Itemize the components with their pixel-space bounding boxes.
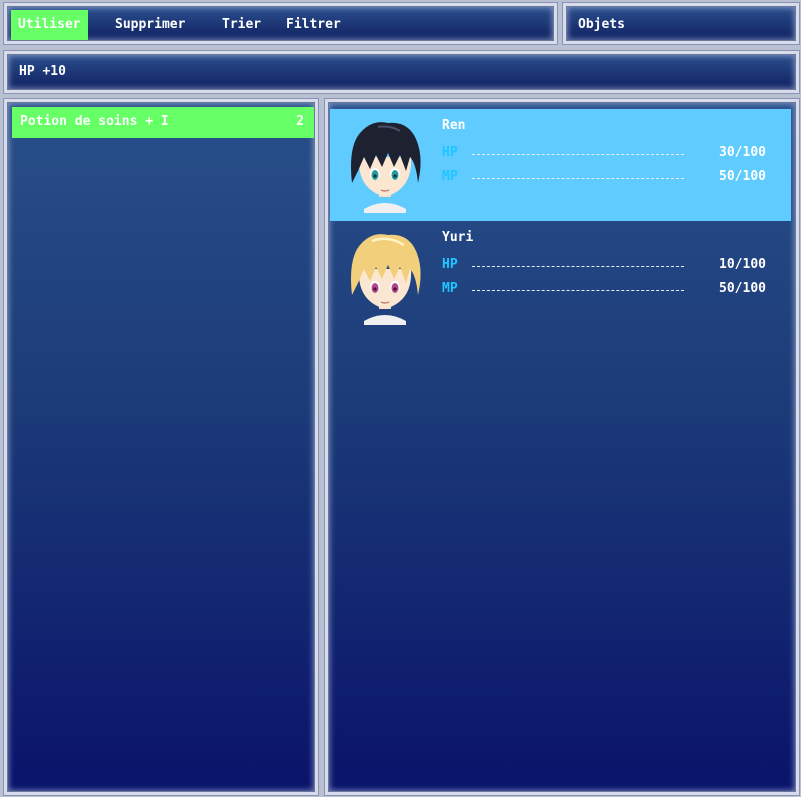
command-delete[interactable]: Supprimer: [108, 10, 192, 40]
hp-divider: [472, 266, 684, 267]
party-member-yuri[interactable]: Yuri HP 10/100 MP 50/100: [330, 221, 791, 333]
hp-label: HP: [442, 145, 458, 160]
category-title-window: Objets: [563, 3, 799, 44]
item-count: 2: [296, 114, 304, 129]
command-filter[interactable]: Filtrer: [279, 10, 348, 40]
help-text: HP +10: [19, 64, 66, 79]
mp-divider: [472, 290, 684, 291]
hp-value: 30/100: [719, 145, 766, 160]
mp-value: 50/100: [719, 169, 766, 184]
mp-label: MP: [442, 281, 458, 296]
hp-label: HP: [442, 257, 458, 272]
mp-row: MP 50/100: [442, 169, 766, 185]
hp-row: HP 10/100: [442, 257, 766, 273]
yuri-portrait: [351, 234, 421, 325]
help-window: HP +10: [4, 51, 799, 93]
command-sort[interactable]: Trier: [215, 10, 268, 40]
command-window: Utiliser Supprimer Trier Filtrer: [4, 3, 557, 44]
category-title: Objets: [578, 17, 625, 32]
mp-label: MP: [442, 169, 458, 184]
actor-name: Yuri: [442, 230, 474, 245]
command-use[interactable]: Utiliser: [11, 10, 88, 40]
list-item[interactable]: Potion de soins + I 2: [12, 107, 314, 138]
item-name: Potion de soins + I: [20, 114, 169, 129]
ren-portrait: [351, 122, 421, 213]
item-list-window: Potion de soins + I 2: [4, 99, 318, 795]
mp-value: 50/100: [719, 281, 766, 296]
hp-row: HP 30/100: [442, 145, 766, 161]
hp-value: 10/100: [719, 257, 766, 272]
party-member-ren[interactable]: Ren HP 30/100 MP 50/100: [330, 109, 791, 221]
actor-name: Ren: [442, 118, 466, 133]
mp-divider: [472, 178, 684, 179]
hp-divider: [472, 154, 684, 155]
party-window: Ren HP 30/100 MP 50/100 Yuri HP 10/100 M…: [325, 99, 799, 795]
mp-row: MP 50/100: [442, 281, 766, 297]
